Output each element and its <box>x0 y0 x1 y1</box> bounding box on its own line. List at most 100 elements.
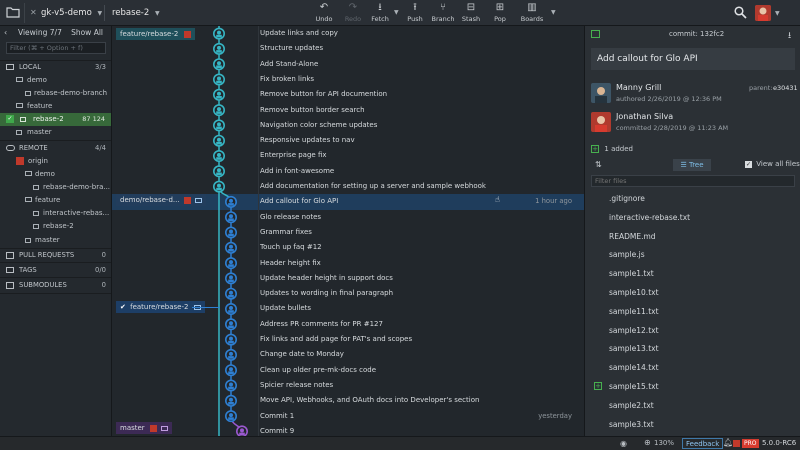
remote-folder-feature[interactable]: feature <box>0 194 111 207</box>
feedback-button[interactable]: Feedback <box>682 438 724 449</box>
chevron-left-icon[interactable]: ‹ <box>4 26 7 39</box>
tags-section-header[interactable]: TAGS 0/0 <box>0 264 111 277</box>
commit-message: Enterprise page fix <box>260 151 327 160</box>
ref-master[interactable]: master <box>116 422 173 434</box>
local-folder-feature[interactable]: feature <box>0 100 111 113</box>
pull-requests-section-header[interactable]: PULL REQUESTS 0 <box>0 249 111 262</box>
commit-row[interactable]: Grammar fixes <box>112 225 584 240</box>
download-icon[interactable]: ⭳ <box>788 28 791 44</box>
view-all-label: View all files <box>756 160 800 168</box>
remote-branch-master[interactable]: master <box>0 234 111 247</box>
tag-icon <box>6 267 14 273</box>
close-tab-icon[interactable]: ✕ <box>30 0 37 26</box>
file-item[interactable]: sample3.txt <box>591 415 795 434</box>
remote-branch-rebase-demo[interactable]: rebase-demo-bra... <box>0 181 111 194</box>
zoom-level[interactable]: 130% <box>654 439 674 447</box>
commit-row[interactable]: Add documentation for setting up a serve… <box>112 179 584 194</box>
commit-row[interactable]: Commit 9 <box>112 424 584 436</box>
commit-avatar-head <box>240 428 244 433</box>
sort-icon[interactable]: ⇅ <box>595 160 602 169</box>
pop-button[interactable]: ⊞ Pop <box>482 2 518 26</box>
commit-row[interactable]: Touch up faq #12 <box>112 240 584 255</box>
commit-row[interactable]: Add Stand-Alone <box>112 57 584 72</box>
commit-row[interactable]: Spicier release notes <box>112 378 584 393</box>
remote-branch-rebase-2[interactable]: rebase-2 <box>0 220 111 233</box>
local-branch-rebase-demo-branch[interactable]: rebase-demo-branch <box>0 87 111 100</box>
commit-row[interactable]: Structure updates <box>112 41 584 56</box>
local-folder-demo[interactable]: demo <box>0 74 111 87</box>
branch-filter-input[interactable]: Filter (⌘ + Option + f) <box>6 42 106 54</box>
boards-options-chevron-icon[interactable]: ▼ <box>551 9 556 16</box>
commit-avatar-body <box>228 371 234 374</box>
file-item[interactable]: + sample15.txt <box>591 377 795 396</box>
submodules-section-header[interactable]: SUBMODULES 0 <box>0 279 111 292</box>
commit-message: Update header height in support docs <box>260 273 393 282</box>
commit-message: Change date to Monday <box>260 350 344 359</box>
commit-avatar-head <box>217 61 221 66</box>
commit-row[interactable]: Remove button for API documention <box>112 87 584 102</box>
fetch-button[interactable]: ⭳ Fetch <box>362 2 398 26</box>
account-chevron-down-icon[interactable]: ▼ <box>775 10 780 17</box>
notification-bell-icon[interactable]: 🔔︎ <box>723 438 733 447</box>
commit-row[interactable]: Update header height in support docs <box>112 271 584 286</box>
tree-label: Tree <box>688 161 704 169</box>
remote-origin[interactable]: origin <box>0 155 111 168</box>
commit-row[interactable]: Responsive updates to nav <box>112 133 584 148</box>
view-all-files-checkbox[interactable]: ✓ View all files <box>745 160 800 168</box>
file-item[interactable]: sample14.txt <box>591 358 795 377</box>
branch-tab[interactable]: rebase-2 ▼ <box>112 0 160 26</box>
committer-name: Jonathan Silva <box>616 112 674 121</box>
file-item[interactable]: sample1.txt <box>591 264 795 283</box>
commit-row[interactable]: Change date to Monday <box>112 347 584 362</box>
remote-branch-interactive-rebase[interactable]: interactive-rebas... <box>0 207 111 220</box>
search-icon[interactable] <box>734 6 747 19</box>
boards-button[interactable]: ▥ Boards <box>514 2 550 26</box>
ref-feature-rebase-2-top[interactable]: feature/rebase-2 <box>116 28 195 40</box>
file-item[interactable]: sample2.txt <box>591 396 795 415</box>
submodule-icon <box>6 282 14 289</box>
commit-row[interactable]: Add in font-awesome <box>112 164 584 179</box>
file-item[interactable]: sample10.txt <box>591 283 795 302</box>
commit-sha[interactable]: commit: 132fc2 <box>669 30 724 38</box>
open-repo-folder-icon[interactable] <box>6 6 20 18</box>
file-filter-input[interactable] <box>591 175 795 187</box>
commit-row[interactable]: Glo release notes <box>112 210 584 225</box>
folder-icon <box>25 197 32 202</box>
remote-folder-demo[interactable]: demo <box>0 168 111 181</box>
remote-section-header[interactable]: REMOTE 4/4 <box>0 142 111 155</box>
commit-row[interactable]: Updates to wording in final paragraph <box>112 286 584 301</box>
repo-tab[interactable]: gk-v5-demo ▼ <box>41 0 102 26</box>
parent-sha[interactable]: e30431 <box>773 84 798 92</box>
commit-message: Add documentation for setting up a serve… <box>260 182 486 190</box>
show-all-button[interactable]: Show All <box>71 26 103 39</box>
commit-message-title: Add callout for Glo API <box>591 48 795 70</box>
local-label: LOCAL <box>19 63 42 71</box>
commit-row[interactable]: Address PR comments for PR #127 <box>112 317 584 332</box>
checkbox-checked-icon: ✓ <box>745 160 752 168</box>
file-item[interactable]: sample11.txt <box>591 302 795 321</box>
file-item[interactable]: .gitignore <box>591 189 795 208</box>
commit-row[interactable]: Fix links and add page for PAT's and sco… <box>112 332 584 347</box>
file-item[interactable]: interactive-rebase.txt <box>591 208 795 227</box>
folder-icon <box>16 103 23 108</box>
commit-row[interactable]: Fix broken links <box>112 72 584 87</box>
ref-demo-rebase[interactable]: demo/rebase-d... <box>116 194 207 206</box>
user-avatar[interactable] <box>755 5 771 21</box>
commit-row[interactable]: Remove button border search <box>112 103 584 118</box>
branch-label: rebase-demo-branch <box>34 89 108 97</box>
commit-row[interactable]: Navigation color scheme updates <box>112 118 584 133</box>
commit-row[interactable]: Header height fix <box>112 256 584 271</box>
commit-row[interactable]: Clean up older pre-mk-docs code <box>112 363 584 378</box>
commit-row[interactable]: Move API, Webhooks, and OAuth docs into … <box>112 393 584 408</box>
commit-row[interactable]: Enterprise page fix <box>112 148 584 163</box>
commit-row[interactable]: Commit 1 yesterday <box>112 409 584 424</box>
local-section-header[interactable]: LOCAL 3/3 <box>0 61 111 74</box>
file-item[interactable]: sample12.txt <box>591 321 795 340</box>
file-item[interactable]: README.md <box>591 227 795 246</box>
file-item[interactable]: sample13.txt <box>591 339 795 358</box>
file-item[interactable]: sample.js <box>591 245 795 264</box>
local-branch-rebase-2[interactable]: ✓ rebase-2 87 124 <box>0 113 111 126</box>
tree-view-toggle[interactable]: ☰ Tree <box>673 159 711 171</box>
local-branch-master[interactable]: master <box>0 126 111 139</box>
commit-message: Commit 9 <box>260 426 295 435</box>
